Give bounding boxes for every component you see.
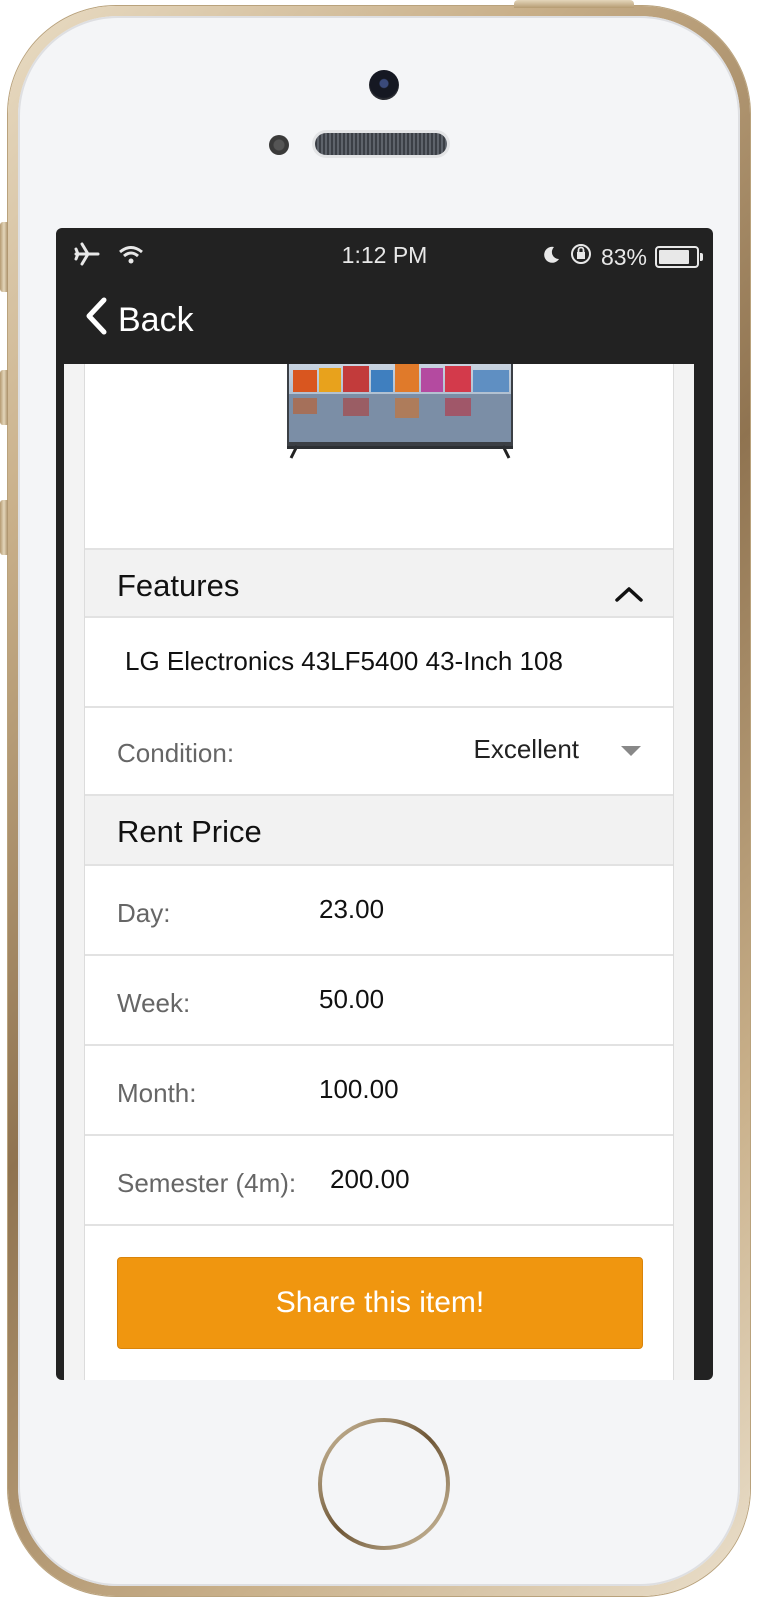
caret-down-icon[interactable]: [621, 746, 641, 756]
condition-select[interactable]: Excellent: [474, 734, 580, 765]
status-bar: 1:12 PM 83%: [56, 228, 713, 286]
product-image: [287, 364, 513, 460]
rotation-lock-icon: [569, 242, 593, 272]
divider: [85, 864, 673, 866]
price-value[interactable]: 23.00: [319, 894, 384, 925]
battery-icon: [655, 246, 703, 268]
divider: [85, 616, 673, 618]
features-header[interactable]: Features: [85, 550, 673, 616]
phone-screen: 1:12 PM 83% Back Features LG Electronics…: [56, 228, 713, 1380]
price-value[interactable]: 200.00: [330, 1164, 410, 1195]
price-label: Day:: [117, 898, 171, 928]
proximity-sensor: [269, 135, 289, 155]
back-button[interactable]: Back: [84, 296, 194, 345]
volume-up-button: [0, 370, 8, 425]
chevron-left-icon: [84, 296, 108, 345]
mute-switch: [0, 222, 8, 292]
chevron-up-icon[interactable]: [615, 574, 643, 602]
divider: [85, 954, 673, 956]
condition-label: Condition:: [117, 738, 235, 768]
divider: [85, 706, 673, 708]
price-value[interactable]: 100.00: [319, 1074, 399, 1105]
volume-down-button: [0, 500, 8, 555]
sleep-button: [514, 0, 634, 8]
price-label: Month:: [117, 1078, 197, 1108]
share-button[interactable]: Share this item!: [117, 1257, 643, 1349]
home-button[interactable]: [318, 1418, 450, 1550]
front-camera: [369, 70, 399, 100]
battery-percent: 83%: [600, 243, 647, 270]
earpiece-speaker: [315, 133, 447, 155]
price-label: Semester (4m):: [117, 1168, 297, 1198]
rent-price-header: Rent Price: [85, 796, 673, 864]
back-label: Back: [118, 301, 194, 339]
divider: [85, 1224, 673, 1226]
price-label: Week:: [117, 988, 191, 1018]
divider: [85, 1134, 673, 1136]
item-detail-content[interactable]: Features LG Electronics 43LF5400 43-Inch…: [64, 364, 694, 1380]
price-value[interactable]: 50.00: [319, 984, 384, 1015]
rent-price-title: Rent Price: [117, 814, 262, 849]
item-description: LG Electronics 43LF5400 43-Inch 108: [125, 646, 563, 676]
features-title: Features: [117, 568, 240, 603]
item-card: Features LG Electronics 43LF5400 43-Inch…: [84, 364, 674, 1380]
divider: [85, 1044, 673, 1046]
nav-bar: Back: [56, 286, 713, 364]
moon-icon: [541, 244, 561, 271]
